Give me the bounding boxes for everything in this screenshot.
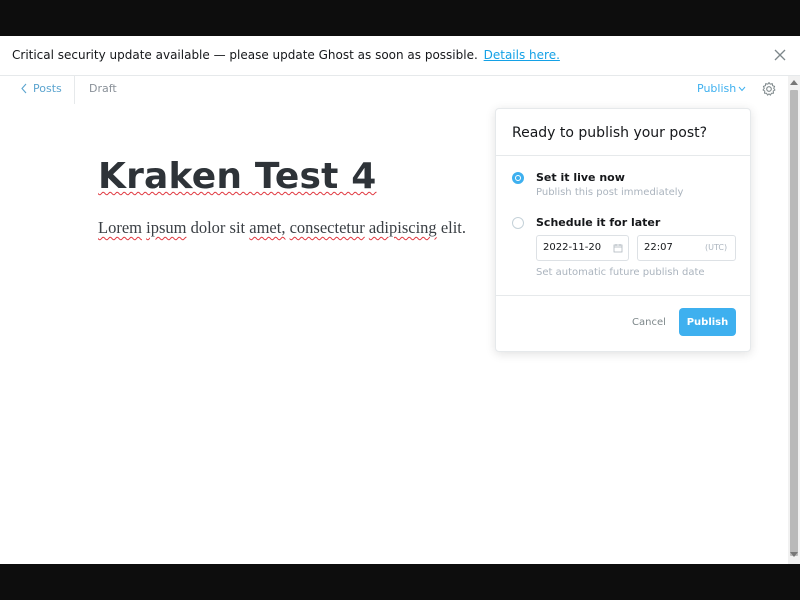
- back-to-posts-link[interactable]: Posts: [20, 82, 62, 95]
- scroll-up-arrow-icon[interactable]: [790, 80, 798, 85]
- chevron-down-icon: [738, 86, 746, 91]
- publish-menu-label: Publish: [697, 82, 737, 95]
- schedule-later-radio[interactable]: [512, 217, 524, 229]
- publish-button[interactable]: Publish: [679, 308, 736, 336]
- body-word: ipsum: [146, 218, 187, 237]
- chevron-left-icon: [21, 83, 27, 94]
- publish-now-radio[interactable]: [512, 172, 524, 184]
- publish-menu-trigger[interactable]: Publish: [697, 82, 746, 95]
- scroll-down-arrow-icon[interactable]: [790, 552, 798, 557]
- bottom-letterbox: [0, 564, 800, 600]
- editor-viewport: Critical security update available — ple…: [0, 36, 800, 564]
- editor-header: Posts Draft Publish: [0, 76, 788, 106]
- popover-title: Ready to publish your post?: [512, 125, 708, 141]
- alert-message: Critical security update available — ple…: [12, 48, 560, 62]
- popover-divider: [496, 295, 750, 296]
- settings-gear-icon[interactable]: [761, 81, 777, 97]
- body-word: amet,: [249, 218, 286, 237]
- header-divider: [74, 76, 75, 104]
- post-title[interactable]: Kraken Test 4: [98, 156, 377, 197]
- top-letterbox: [0, 0, 800, 36]
- schedule-later-description: Set automatic future publish date: [536, 267, 705, 278]
- body-word: sit: [229, 218, 246, 237]
- schedule-time-input[interactable]: 22:07 (UTC): [637, 235, 736, 261]
- publish-now-description: Publish this post immediately: [536, 187, 684, 198]
- post-status: Draft: [89, 82, 117, 95]
- back-label: Posts: [33, 82, 62, 95]
- popover-divider: [496, 155, 750, 156]
- publish-now-label[interactable]: Set it live now: [536, 171, 625, 184]
- vertical-scrollbar[interactable]: [788, 76, 800, 564]
- body-word: Lorem: [98, 218, 142, 237]
- schedule-date-input[interactable]: 2022-11-20: [536, 235, 629, 261]
- date-value: 2022-11-20: [543, 242, 602, 253]
- body-word: adipiscing: [368, 218, 437, 237]
- alert-text: Critical security update available — ple…: [12, 48, 478, 62]
- close-icon[interactable]: [772, 47, 788, 63]
- alert-details-link[interactable]: Details here.: [484, 48, 560, 62]
- cancel-button[interactable]: Cancel: [632, 317, 666, 328]
- body-word: consectetur: [289, 218, 365, 237]
- security-alert-banner: Critical security update available — ple…: [0, 36, 800, 76]
- body-word: elit.: [440, 218, 467, 237]
- scrollbar-thumb[interactable]: [790, 90, 798, 556]
- calendar-icon[interactable]: [613, 243, 623, 253]
- post-body-editor[interactable]: Lorem ipsum dolor sit amet, consectetur …: [98, 218, 466, 238]
- publish-popover: Ready to publish your post? Set it live …: [495, 108, 751, 352]
- body-word: dolor: [190, 218, 226, 237]
- timezone-label: (UTC): [705, 243, 728, 252]
- time-value: 22:07: [644, 242, 673, 253]
- post-title-misspelled-word: Kraken Test 4: [98, 156, 377, 197]
- schedule-later-label[interactable]: Schedule it for later: [536, 216, 660, 229]
